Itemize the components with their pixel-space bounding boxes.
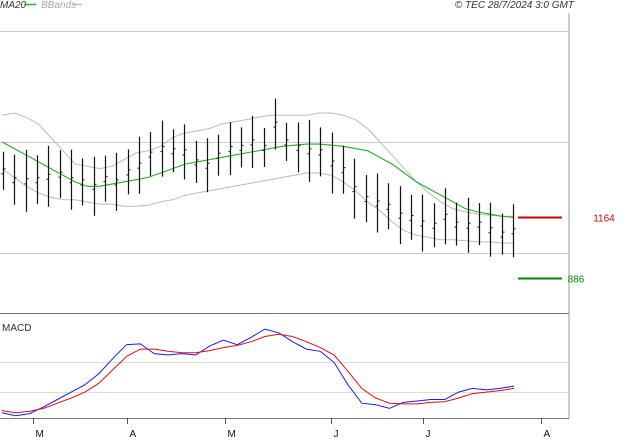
x-tick-label: J <box>334 429 339 440</box>
legend-bbands: BBands <box>41 0 76 11</box>
price-ytick-label: 2000 <box>579 27 605 39</box>
legend-ma20: MA20 <box>0 0 27 11</box>
price-ytick-label: 1500 <box>580 138 605 150</box>
macd-panel-frame <box>0 318 569 418</box>
x-tick-label: J <box>426 429 431 440</box>
stock-chart: MA20 BBands © TEC 28/7/2024 3:0 GMT 2000… <box>0 0 615 440</box>
price-panel-frame <box>0 13 569 313</box>
macd-ytick-label: -20 <box>590 388 607 400</box>
copyright-text: © TEC 28/7/2024 3:0 GMT <box>455 0 575 11</box>
x-tick-label: A <box>130 429 137 440</box>
x-tick-label: A <box>544 429 551 440</box>
macd-ytick-label: 20 <box>593 358 607 370</box>
price-ytick-label: 1000 <box>580 249 605 261</box>
macd-title: MACD <box>2 323 31 334</box>
x-tick-label: M <box>36 429 44 440</box>
x-tick-label: M <box>228 429 236 440</box>
level-marker-label: 1164 <box>593 214 615 225</box>
level-marker-label: 886 <box>568 275 585 286</box>
x-axis: MAMJJA <box>33 418 551 440</box>
